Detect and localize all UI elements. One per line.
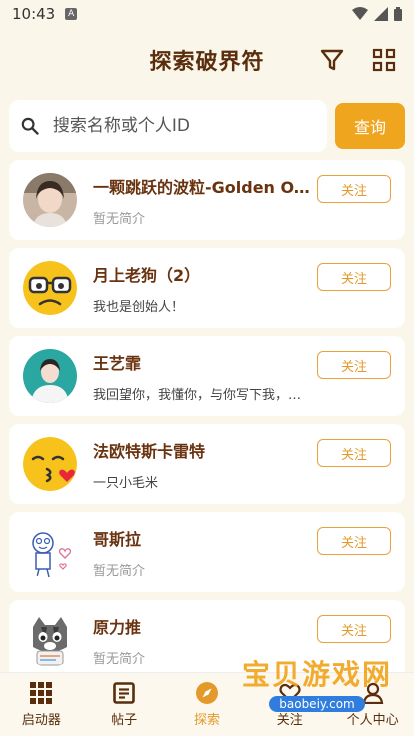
query-button[interactable]: 查询	[335, 103, 405, 149]
user-bio: 我回望你，我懂你，与你写下我，你将会替我…	[93, 387, 311, 403]
battery-icon	[394, 7, 402, 21]
person-icon	[362, 682, 383, 704]
follow-button[interactable]: 关注	[317, 263, 391, 291]
user-card[interactable]: 月上老狗（2） 我也是创始人！ 关注	[9, 248, 405, 328]
doodle-avatar	[23, 525, 77, 579]
heart-icon	[279, 683, 301, 703]
follow-button[interactable]: 关注	[317, 527, 391, 555]
user-card[interactable]: 哥斯拉 暂无简介 关注	[9, 512, 405, 592]
user-name: 法欧特斯卡雷特	[93, 441, 206, 461]
user-bio: 暂无简介	[93, 211, 146, 227]
nav-label: 探索	[193, 712, 220, 728]
nav-launcher[interactable]: 启动器	[1, 681, 81, 728]
nav-label: 个人中心	[346, 712, 399, 728]
user-card[interactable]: 法欧特斯卡雷特 一只小毛米 关注	[9, 424, 405, 504]
user-name: 王艺霏	[93, 353, 142, 373]
nav-profile[interactable]: 个人中心	[333, 682, 413, 728]
nav-follow[interactable]: 关注	[250, 682, 330, 728]
nav-label: 启动器	[21, 712, 61, 728]
follow-button[interactable]: 关注	[317, 175, 391, 203]
follow-button[interactable]: 关注	[317, 615, 391, 643]
user-bio: 我也是创始人！	[93, 299, 185, 315]
cat-avatar	[23, 613, 77, 667]
avatar	[23, 349, 77, 403]
nerd-emoji-avatar	[23, 261, 77, 315]
post-icon	[113, 681, 135, 704]
user-bio: 暂无简介	[93, 563, 146, 579]
signal-icon	[374, 7, 388, 21]
photo-woman-avatar	[23, 349, 77, 403]
grid-icon	[30, 681, 53, 704]
nav-explore[interactable]: 探索	[167, 681, 247, 728]
user-card[interactable]: 一颗跳跃的波粒-Golden O... 暂无简介 关注	[9, 160, 405, 240]
user-card[interactable]: 原力推 暂无简介 关注	[9, 600, 405, 680]
user-name: 一颗跳跃的波粒-Golden O...	[93, 177, 311, 197]
user-name: 月上老狗（2）	[93, 265, 201, 285]
follow-button[interactable]: 关注	[317, 351, 391, 379]
kiss-emoji-avatar	[23, 437, 77, 491]
avatar	[23, 437, 77, 491]
search-box	[9, 100, 327, 152]
avatar	[23, 525, 77, 579]
user-card[interactable]: 王艺霏 我回望你，我懂你，与你写下我，你将会替我… 关注	[9, 336, 405, 416]
page-title: 探索破界符	[149, 50, 265, 75]
avatar	[23, 261, 77, 315]
search-icon	[21, 117, 39, 135]
status-time: 10:43	[12, 5, 56, 23]
notification-icon: A	[65, 8, 78, 20]
search-row: 查询	[0, 100, 414, 152]
avatar	[23, 613, 77, 667]
status-bar: 10:43 A	[0, 0, 414, 28]
user-bio: 暂无简介	[93, 651, 146, 667]
avatar	[23, 173, 77, 227]
nav-label: 帖子	[111, 712, 138, 728]
user-name: 哥斯拉	[93, 529, 142, 549]
user-list: 一颗跳跃的波粒-Golden O... 暂无简介 关注 月上老狗（2） 我也是创…	[0, 152, 414, 680]
follow-button[interactable]: 关注	[317, 439, 391, 467]
wifi-icon	[352, 7, 368, 20]
photo-girl-avatar	[23, 173, 77, 227]
user-name: 原力推	[93, 617, 142, 637]
app-bar: 探索破界符	[0, 28, 414, 92]
user-bio: 一只小毛米	[93, 475, 159, 491]
search-input[interactable]	[52, 116, 315, 136]
nav-posts[interactable]: 帖子	[84, 681, 164, 728]
bottom-nav: 启动器 帖子 探索 关注 个人中心	[0, 672, 414, 736]
nav-label: 关注	[276, 712, 303, 728]
compass-icon	[195, 681, 218, 704]
filter-icon[interactable]	[320, 48, 344, 72]
layout-grid-icon[interactable]	[372, 48, 396, 72]
